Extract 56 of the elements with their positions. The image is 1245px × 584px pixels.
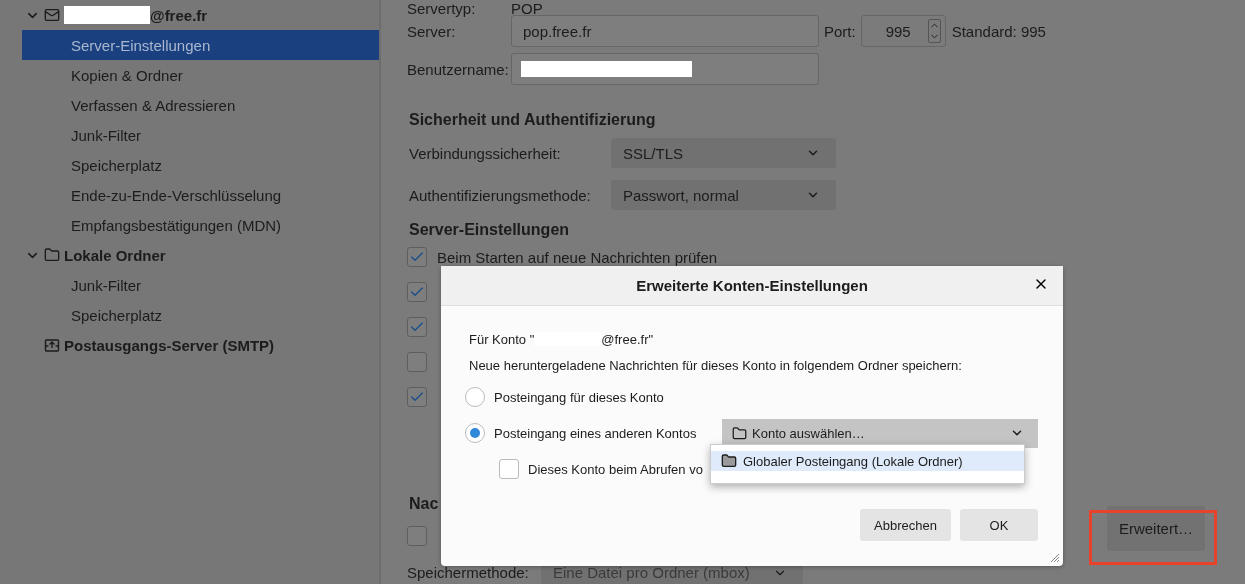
ok-button[interactable]: OK — [960, 509, 1038, 541]
checkbox[interactable] — [407, 352, 427, 372]
checkbox-label: Dieses Konto beim Abrufen vo — [528, 461, 703, 477]
sidebar-item[interactable]: Kopien & Ordner — [22, 60, 379, 90]
sidebar-item[interactable]: Speicherplatz — [22, 300, 379, 330]
server-field[interactable]: pop.free.fr — [511, 15, 819, 47]
sidebar-item[interactable]: Verfassen & Adressieren — [22, 90, 379, 120]
field-label: Speichermethode: — [407, 564, 530, 581]
advanced-button[interactable]: Erweitert… — [1107, 505, 1205, 551]
checkbox[interactable] — [407, 282, 427, 302]
sidebar-item[interactable]: Junk-Filter — [22, 270, 379, 300]
envelope-icon — [44, 7, 60, 23]
prompt-text: Neue heruntergeladene Nachrichten für dieses Konto in folgendem Ordner speichern: — [469, 357, 962, 373]
default-port: Standard: 995 — [951, 22, 1046, 40]
username-field[interactable] — [511, 53, 819, 85]
checkbox[interactable] — [407, 317, 427, 337]
dialog-title: Erweiterte Konten-Einstellungen — [636, 277, 868, 294]
radio-label: Posteingang eines anderen Kontos — [494, 425, 697, 441]
section-heading: Nac — [408, 494, 440, 514]
field-label: Benutzername: — [407, 60, 510, 78]
account-name[interactable]: @free.fr — [150, 6, 208, 24]
sidebar-item[interactable]: Junk-Filter — [22, 120, 379, 150]
field-label: Port: — [824, 22, 856, 40]
resize-grip-icon[interactable] — [1048, 551, 1060, 563]
radio-label: Posteingang für dieses Konto — [494, 389, 664, 405]
account-name[interactable]: Lokale Ordner — [64, 246, 166, 264]
field-value: POP — [511, 0, 543, 17]
account-name[interactable]: Postausgangs-Server (SMTP) — [64, 336, 275, 354]
folder-icon — [721, 453, 737, 469]
sidebar-item[interactable]: Empfangsbestätigungen (MDN) — [22, 210, 379, 240]
checkbox[interactable] — [407, 247, 427, 267]
dropdown[interactable]: Passwort, normal — [611, 180, 836, 210]
folder-icon — [44, 247, 60, 263]
folder-icon — [732, 425, 747, 441]
field-label: Server: — [407, 22, 457, 40]
checkbox-label: Beim Starten auf neue Nachrichten prüfen — [437, 248, 718, 266]
sidebar-item[interactable]: Speicherplatz — [22, 150, 379, 180]
outbox-icon — [44, 337, 60, 353]
checkbox[interactable] — [407, 387, 427, 407]
field-label: Servertyp: — [407, 0, 477, 17]
section-heading: Sicherheit und Authentifizierung — [408, 110, 657, 130]
dropdown[interactable]: SSL/TLS — [611, 138, 836, 168]
field-label: Verbindungssicherheit: — [408, 144, 562, 162]
radio-button[interactable] — [465, 387, 485, 407]
cancel-button[interactable]: Abbrechen — [860, 509, 951, 541]
field-label: Authentifizierungsmethode: — [408, 186, 592, 204]
stepper-icon[interactable] — [927, 19, 941, 43]
port-field[interactable]: 995 — [860, 15, 946, 47]
menu-item[interactable]: Globaler Posteingang (Lokale Ordner) — [711, 451, 1024, 471]
sidebar-item[interactable]: Server-Einstellungen — [22, 30, 379, 60]
section-heading: Server-Einstellungen — [408, 220, 571, 240]
account-label: Für Konto " @free.fr" — [469, 331, 654, 347]
radio-button[interactable] — [465, 423, 485, 443]
checkbox[interactable] — [407, 526, 427, 546]
checkbox[interactable] — [499, 459, 519, 479]
sidebar-item[interactable]: Ende-zu-Ende-Verschlüsselung — [22, 180, 379, 210]
